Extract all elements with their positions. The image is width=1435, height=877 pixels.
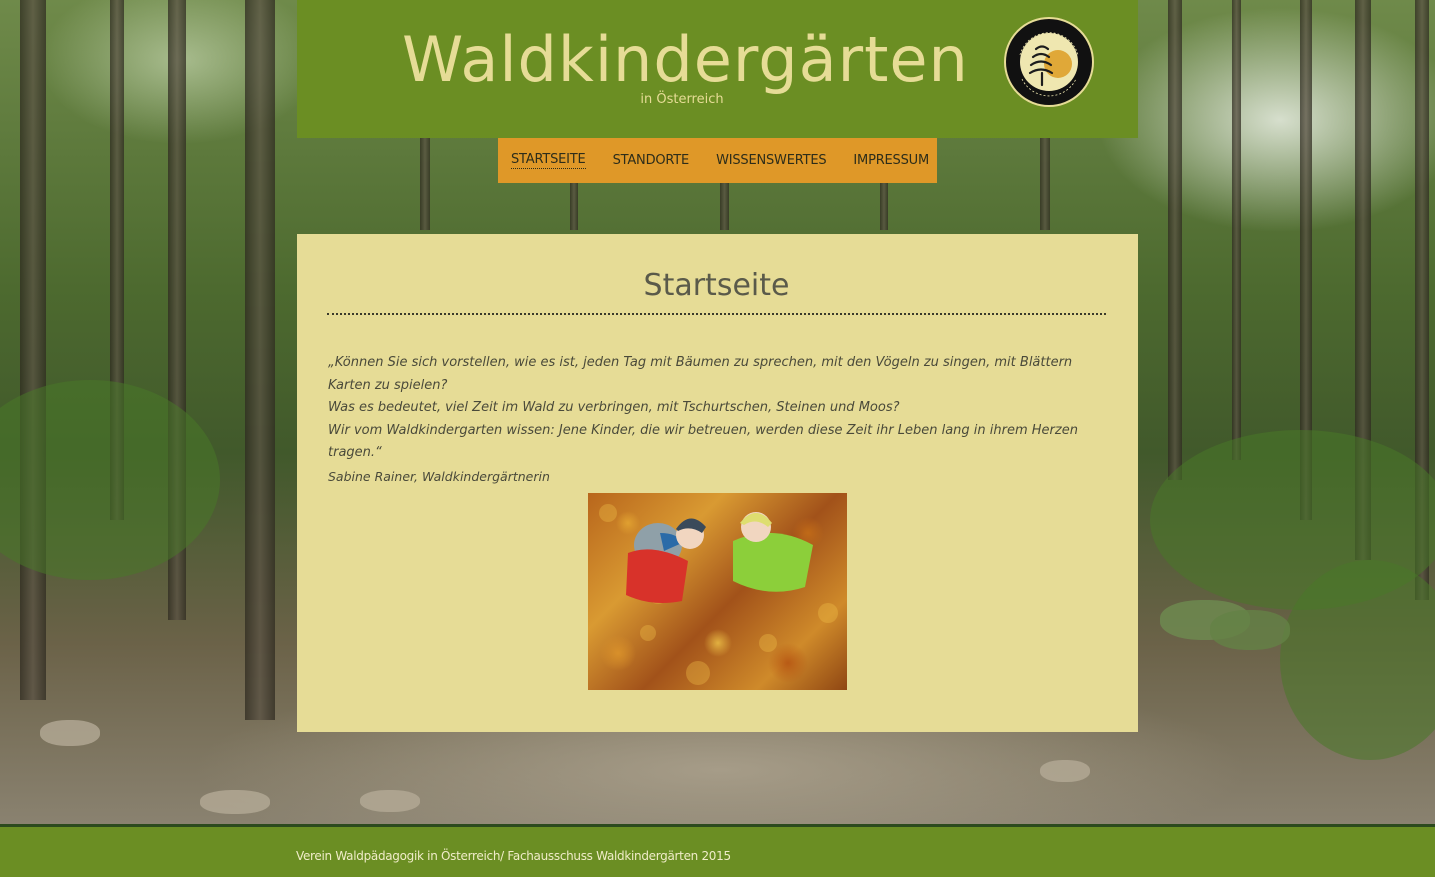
site-title[interactable]: Waldkindergärten [402, 22, 968, 98]
nav-item-standorte[interactable]: STANDORTE [613, 153, 690, 168]
quote-line: Was es bedeutet, viel Zeit im Wald zu ve… [328, 400, 900, 415]
footer-text: Verein Waldpädagogik in Österreich/ Fach… [296, 849, 731, 863]
quote-line: „Können Sie sich vorstellen, wie es ist,… [328, 355, 1073, 393]
site-footer: Verein Waldpädagogik in Österreich/ Fach… [0, 824, 1435, 877]
divider [327, 313, 1106, 315]
site-header: Waldkindergärten in Österreich [297, 0, 1138, 138]
nav-item-startseite[interactable]: STARTSEITE [511, 152, 586, 169]
main-content: Startseite „Können Sie sich vorstellen, … [297, 234, 1138, 732]
quote-author: Sabine Rainer, Waldkindergärtnerin [328, 469, 550, 484]
page-title: Startseite [643, 268, 790, 303]
quote-line: Wir vom Waldkindergarten wissen: Jene Ki… [328, 422, 1078, 461]
nav-item-impressum[interactable]: IMPRESSUM [853, 153, 929, 168]
quote-block: „Können Sie sich vorstellen, wie es ist,… [328, 352, 1104, 465]
waldpaedagogik-logo-icon[interactable] [1004, 17, 1094, 107]
children-in-leaves-photo [588, 493, 847, 690]
main-navigation: STARTSEITE STANDORTE WISSENSWERTES IMPRE… [498, 138, 937, 183]
nav-item-wissenswertes[interactable]: WISSENSWERTES [716, 153, 827, 168]
site-subtitle: in Österreich [640, 92, 724, 107]
